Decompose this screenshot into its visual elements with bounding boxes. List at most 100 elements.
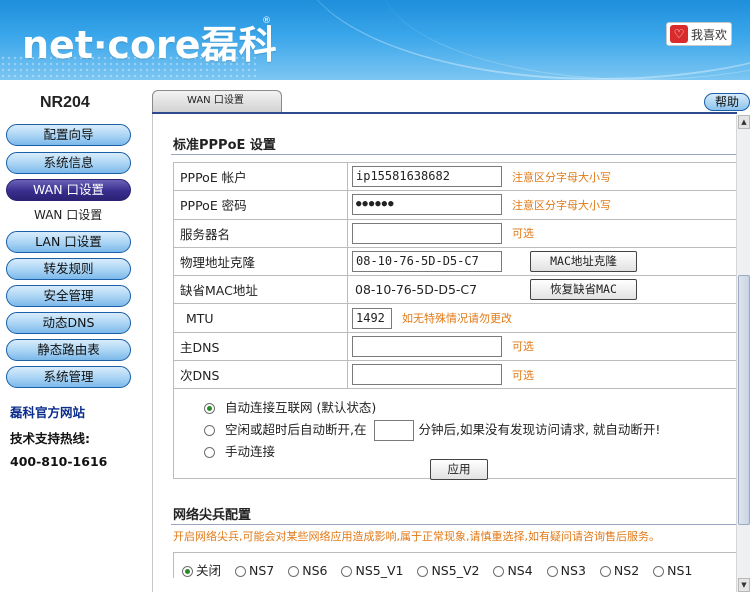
ns-option-ns5-v2[interactable]: NS5_V2: [417, 563, 479, 578]
scrollbar-thumb[interactable]: [738, 275, 750, 525]
server-name-input[interactable]: [352, 222, 502, 244]
registered-mark: ®: [262, 16, 271, 26]
sidebar-item-system-info[interactable]: 系统信息: [6, 152, 131, 174]
mtu-input[interactable]: 1492: [352, 307, 392, 329]
connect-idle-radio[interactable]: [204, 425, 215, 437]
pppoe-account-cell: ip15581638682 注意区分字母大小写: [347, 161, 738, 192]
connect-manual-label: 手动连接: [225, 444, 276, 460]
ns-option-label: NS5_V2: [431, 563, 480, 578]
sidebar-item-system-admin[interactable]: 系统管理: [6, 366, 131, 388]
pppoe-account-input[interactable]: ip15581638682: [352, 166, 502, 188]
server-name-label: 服务器名: [173, 218, 348, 248]
table-row: 自动连接互联网 (默认状态) 空闲或超时后自动断开,在 分钟后,如果没有发现访问…: [173, 388, 738, 481]
table-row: 主DNS 可选: [173, 331, 738, 362]
mac-clone-button[interactable]: MAC地址克隆: [529, 251, 637, 273]
sidebar-subitem-wan[interactable]: WAN 口设置: [34, 206, 102, 223]
pppoe-account-label: PPPoE 帐户: [173, 161, 348, 192]
ns-option-ns7[interactable]: NS7: [235, 563, 274, 578]
account-hint: 注意区分字母大小写: [511, 170, 611, 184]
connect-auto-label: 自动连接互联网 (默认状态): [225, 400, 377, 416]
ns-radio[interactable]: [493, 566, 505, 577]
pppoe-password-cell: ●●●●●● 注意区分字母大小写: [347, 190, 738, 220]
server-name-cell: 可选: [347, 218, 738, 248]
ns-option-label: NS2: [613, 563, 640, 578]
secondary-dns-input[interactable]: [352, 364, 502, 386]
connect-manual-option[interactable]: 手动连接: [204, 441, 275, 460]
secondary-dns-label: 次DNS: [173, 360, 348, 390]
sidebar-item-forwarding[interactable]: 转发规则: [6, 258, 131, 280]
ns-radio[interactable]: [341, 566, 353, 577]
connect-idle-option[interactable]: 空闲或超时后自动断开,在 分钟后,如果没有发现访问请求, 就自动断开!: [204, 419, 661, 442]
ns-option-ns1[interactable]: NS1: [653, 563, 692, 578]
ns-radio[interactable]: [235, 566, 246, 577]
dns1-hint: 可选: [511, 340, 534, 354]
connect-auto-radio[interactable]: [204, 403, 215, 415]
scroll-up-icon[interactable]: ▲: [738, 115, 750, 129]
table-row: 服务器名 可选: [173, 218, 738, 248]
pppoe-password-input[interactable]: ●●●●●●: [352, 194, 502, 216]
connect-idle-suffix: 分钟后,如果没有发现访问请求, 就自动断开!: [418, 422, 661, 438]
mac-clone-input[interactable]: 08-10-76-5D-D5-C7: [352, 251, 502, 273]
brand-logo: net·core磊科: [22, 23, 277, 67]
connect-mode-cell: 自动连接互联网 (默认状态) 空闲或超时后自动断开,在 分钟后,如果没有发现访问…: [173, 388, 738, 481]
ns-radio[interactable]: [599, 566, 611, 577]
mac-clone-cell: 08-10-76-5D-D5-C7 MAC地址克隆: [347, 246, 738, 277]
default-mac-value: 08-10-76-5D-D5-C7: [355, 282, 478, 298]
connect-auto-option[interactable]: 自动连接互联网 (默认状态): [204, 397, 376, 416]
vertical-scrollbar[interactable]: ▲ ▼: [736, 115, 750, 592]
ns-radio[interactable]: [182, 566, 193, 577]
idle-minutes-input[interactable]: [374, 420, 415, 442]
connect-idle-prefix: 空闲或超时后自动断开,在: [225, 422, 367, 438]
content-area: 标准PPPoE 设置 PPPoE 帐户 ip15581638682 注意区分字母…: [152, 114, 738, 592]
ns-option-ns2[interactable]: NS2: [599, 563, 640, 578]
table-row: PPPoE 密码 ●●●●●● 注意区分字母大小写: [173, 190, 738, 220]
ns-option-label: NS5_V1: [355, 563, 404, 578]
ns-radio[interactable]: [653, 566, 665, 577]
ns-option-off[interactable]: 关闭: [182, 560, 221, 579]
pppoe-form-table: PPPoE 帐户 ip15581638682 注意区分字母大小写 PPPoE 密…: [173, 161, 738, 481]
primary-dns-cell: 可选: [347, 331, 738, 362]
ns-option-ns3[interactable]: NS3: [546, 563, 586, 578]
dns2-hint: 可选: [511, 368, 534, 382]
sidebar-item-wan-settings[interactable]: WAN 口设置: [6, 179, 131, 201]
sidebar-item-static-route[interactable]: 静态路由表: [6, 339, 131, 361]
model-name: NR204: [40, 94, 90, 111]
netsentry-warning: 开启网络尖兵,可能会对某些网络应用造成影响,属于正常现象,请慎重选择,如有疑问请…: [173, 530, 660, 543]
apply-button[interactable]: 应用: [430, 459, 488, 481]
restore-mac-button[interactable]: 恢复缺省MAC: [529, 279, 637, 301]
ns-radio[interactable]: [288, 566, 300, 577]
ns-option-label: NS4: [507, 563, 533, 578]
official-site-link[interactable]: 磊科官方网站: [10, 402, 85, 421]
sidebar-item-ddns[interactable]: 动态DNS: [6, 312, 131, 334]
ns-option-ns5-v1[interactable]: NS5_V1: [341, 563, 403, 578]
ns-radio[interactable]: [546, 566, 558, 577]
scroll-down-icon[interactable]: ▼: [738, 578, 750, 592]
support-hotline-number: 400-810-1616: [10, 454, 108, 469]
table-row: 物理地址克隆 08-10-76-5D-D5-C7 MAC地址克隆: [173, 246, 738, 277]
sidebar-item-security[interactable]: 安全管理: [6, 285, 131, 307]
sidebar: NR204 配置向导 系统信息 WAN 口设置 WAN 口设置 LAN 口设置 …: [0, 80, 140, 592]
ns-radio[interactable]: [417, 566, 429, 577]
primary-dns-input[interactable]: [352, 335, 502, 357]
connect-manual-radio[interactable]: [204, 447, 215, 459]
heart-icon: ♡: [670, 25, 688, 43]
section-divider: [171, 524, 738, 525]
mtu-cell: 1492 如无特殊情况请勿更改: [347, 303, 738, 333]
server-hint: 可选: [511, 227, 534, 241]
default-mac-label: 缺省MAC地址: [173, 275, 348, 305]
ns-option-ns4[interactable]: NS4: [493, 563, 533, 578]
help-button[interactable]: 帮助: [704, 93, 750, 111]
ns-option-ns6[interactable]: NS6: [288, 563, 327, 578]
favorite-label: 我喜欢: [691, 27, 728, 42]
section-divider: [171, 154, 738, 155]
ns-option-label: NS6: [302, 563, 328, 578]
favorite-button[interactable]: ♡ 我喜欢: [666, 22, 732, 46]
mac-clone-label: 物理地址克隆: [173, 246, 348, 277]
ns-option-label: NS1: [667, 563, 693, 578]
sidebar-item-lan-settings[interactable]: LAN 口设置: [6, 231, 131, 253]
tab-wan-settings[interactable]: WAN 口设置: [152, 90, 282, 112]
main-panel: WAN 口设置 帮助 标准PPPoE 设置 PPPoE 帐户 ip1558163…: [140, 80, 750, 592]
table-row: 次DNS 可选: [173, 360, 738, 390]
password-hint: 注意区分字母大小写: [511, 198, 611, 212]
sidebar-item-setup-wizard[interactable]: 配置向导: [6, 124, 131, 146]
